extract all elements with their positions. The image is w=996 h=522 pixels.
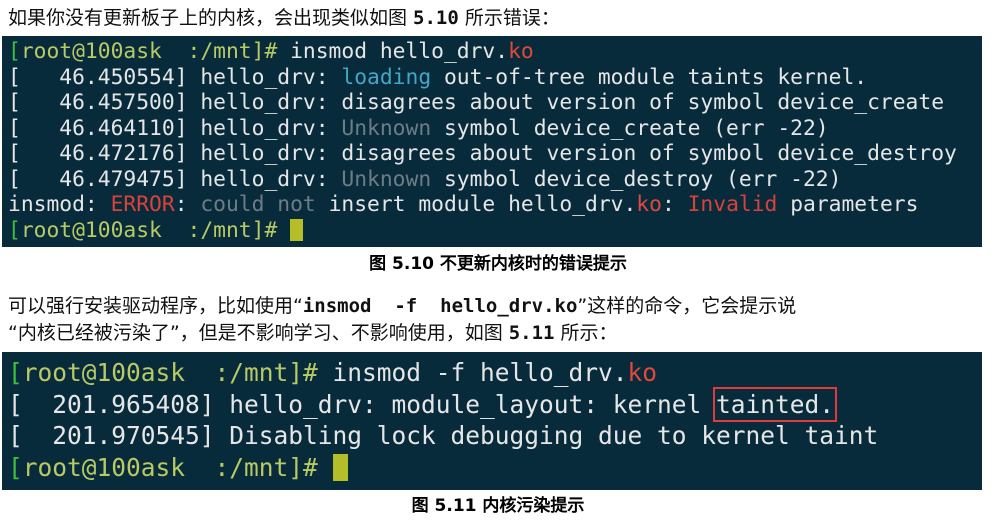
terminal2-prompt-line: [root@100ask :/mnt]# <box>8 452 982 484</box>
inline-command: insmod -f hello_drv.ko <box>302 295 578 317</box>
terminal-cursor <box>290 218 304 241</box>
intro-tail: 所示错误： <box>458 7 560 29</box>
terminal-cursor <box>332 453 348 481</box>
terminal1-command-ext: ko <box>508 39 534 64</box>
log-line: [ 46.450554] hello_drv: loading out-of-t… <box>8 64 868 90</box>
terminal-error-output: [root@100ask :/mnt]# insmod hello_drv.ko… <box>2 36 982 247</box>
paragraph-2-line-2: “内核已经被污染了”，但是不影响学习、不影响使用，如图 5.11 所示： <box>8 322 618 344</box>
log-line: [ 46.457500] hello_drv: disagrees about … <box>8 90 945 115</box>
error-line: insmod: ERROR: could not insert module h… <box>8 192 919 217</box>
tainted-highlight-box: tainted. <box>713 386 838 422</box>
figure-caption-5-11: 图 5.11 内核污染提示 <box>411 496 585 516</box>
log-line: [ 201.970545] Disabling lock debugging d… <box>8 421 879 450</box>
log-line: [ 201.965408] hello_drv: module_layout: … <box>8 386 838 422</box>
terminal2-command-line: [root@100ask :/mnt]# insmod -f hello_drv… <box>8 358 658 387</box>
terminal1-prompt-line: [root@100ask :/mnt]# <box>8 218 982 244</box>
log-line: [ 46.464110] hello_drv: Unknown symbol d… <box>8 115 829 141</box>
terminal1-command-line: [root@100ask :/mnt]# insmod hello_drv.ko <box>8 39 534 64</box>
intro-paragraph: 如果你没有更新板子上的内核，会出现类似如图 5.10 所示错误： <box>8 5 560 31</box>
log-line: [ 46.479475] hello_drv: Unknown symbol d… <box>8 166 842 192</box>
terminal-tainted-output: [root@100ask :/mnt]# insmod -f hello_drv… <box>2 352 982 490</box>
terminal1-command: insmod hello_drv. <box>277 39 509 64</box>
paragraph-2-line-1: 可以强行安装驱动程序，比如使用“insmod -f hello_drv.ko”这… <box>8 295 797 317</box>
intro-fig-ref: 5.10 <box>413 7 459 29</box>
log-line: [ 46.472176] hello_drv: disagrees about … <box>8 141 957 166</box>
figure-caption-5-10: 图 5.10 不更新内核时的错误提示 <box>369 254 627 274</box>
terminal2-command: insmod -f hello_drv. <box>317 358 628 387</box>
terminal1-prompt: root@100ask :/mnt]# <box>20 39 278 64</box>
intro-text: 如果你没有更新板子上的内核，会出现类似如图 <box>8 7 414 29</box>
para2-fig-ref: 5.11 <box>508 322 555 344</box>
terminal2-prompt: root@100ask :/mnt]# <box>22 358 318 387</box>
